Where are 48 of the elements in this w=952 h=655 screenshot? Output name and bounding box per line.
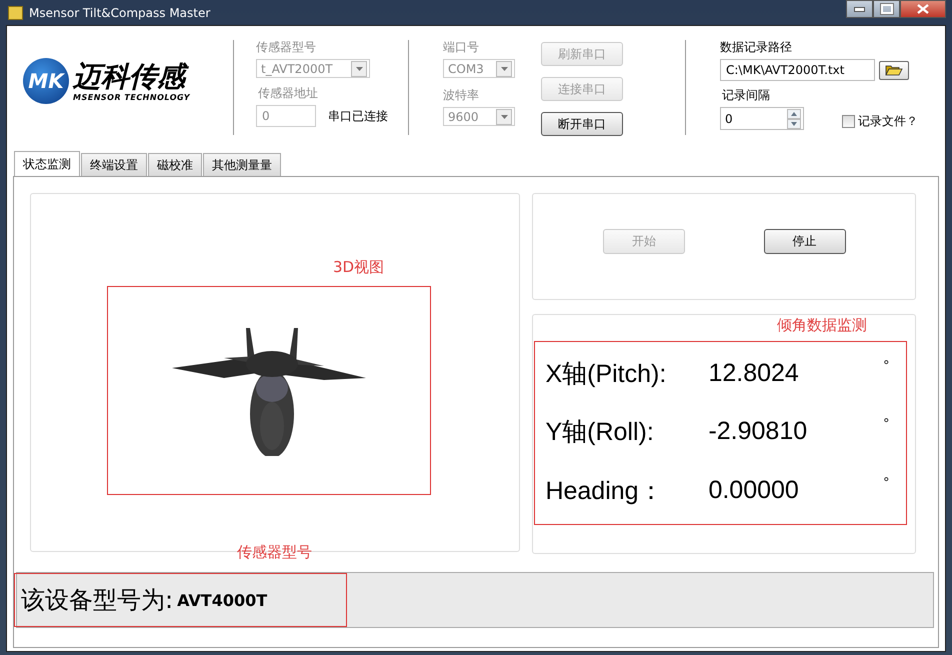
log-path-field[interactable]: C:\MK\AVT2000T.txt: [720, 59, 875, 81]
tab[interactable]: 磁校准: [148, 153, 202, 176]
spin-up-button[interactable]: [787, 108, 801, 118]
reading-value: 12.8024: [708, 358, 800, 388]
caret-icon: [356, 66, 362, 70]
logo-name: 迈科传感: [73, 60, 190, 92]
field-label: 记录间隔: [722, 87, 771, 104]
app-icon: [8, 6, 23, 20]
close-icon: [917, 4, 929, 14]
port-button[interactable]: 断开串口: [541, 112, 623, 136]
reading-label: X轴(Pitch):: [545, 358, 668, 390]
reading-label: Heading：: [545, 476, 665, 508]
reading-value: 0.00000: [708, 476, 800, 506]
annotation-label: 3D视图: [333, 258, 384, 277]
field-label: 传感器地址: [258, 85, 319, 102]
spin-down-button[interactable]: [787, 118, 801, 128]
connection-status: 串口已连接: [328, 108, 388, 124]
tab[interactable]: 其他测量量: [203, 153, 281, 176]
tab[interactable]: 状态监测: [14, 151, 80, 177]
field-label: 传感器型号: [256, 39, 317, 56]
caret-icon: [500, 66, 508, 70]
record-file-checkbox[interactable]: 记录文件？: [842, 113, 918, 130]
logo-tagline: MSENSOR TECHNOLOGY: [73, 92, 190, 102]
reading-value: -2.90810: [708, 417, 808, 446]
logo-badge: MK: [23, 58, 69, 104]
up-arrow-icon: [791, 112, 797, 116]
tab[interactable]: 终端设置: [81, 153, 147, 176]
device-model-value: AVT4000T: [177, 590, 268, 610]
field-label: 端口号: [443, 39, 480, 56]
minimize-button[interactable]: [846, 0, 873, 18]
device-model-label: 该设备型号为:: [21, 585, 174, 616]
annotation-label: 传感器型号: [237, 543, 312, 562]
down-arrow-icon: [791, 122, 797, 126]
degree-unit: °: [883, 356, 890, 373]
control-button[interactable]: 停止: [764, 229, 846, 254]
close-button[interactable]: [900, 0, 946, 18]
field-label: 波特率: [443, 87, 480, 104]
annotation-label: 倾角数据监测: [777, 315, 867, 335]
maximize-button[interactable]: [873, 0, 900, 18]
interval-spinner[interactable]: 0: [720, 107, 804, 130]
field-label: 数据记录路径: [720, 39, 793, 56]
window-title: Msensor Tilt&Compass Master: [29, 6, 210, 20]
caret-icon: [500, 114, 508, 118]
degree-unit: °: [883, 474, 890, 490]
browse-button[interactable]: [879, 60, 909, 80]
folder-icon: [885, 64, 903, 76]
reading-label: Y轴(Roll):: [545, 417, 655, 448]
degree-unit: °: [883, 415, 890, 432]
